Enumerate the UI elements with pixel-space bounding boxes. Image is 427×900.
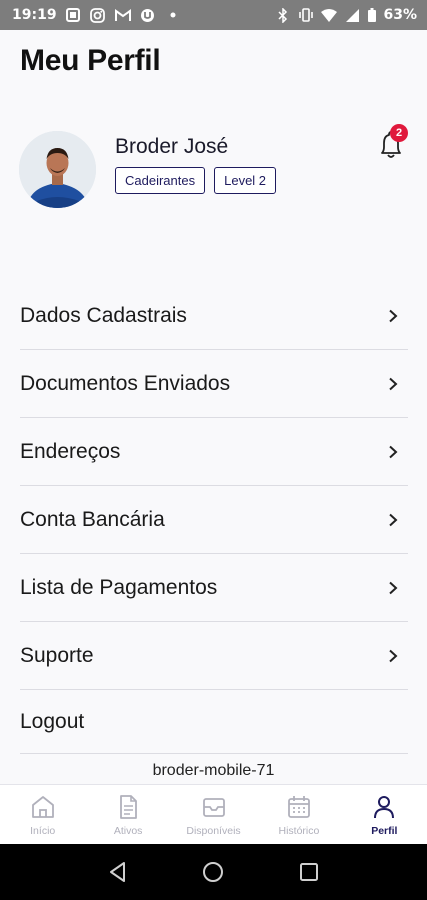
tab-disponiveis[interactable]: Disponíveis	[171, 785, 256, 844]
menu-item-label: Lista de Pagamentos	[20, 575, 218, 599]
recents-icon[interactable]	[296, 859, 322, 885]
inbox-icon	[202, 798, 225, 817]
tab-label: Disponíveis	[186, 825, 241, 837]
menu-item-label: Suporte	[20, 643, 94, 667]
bluetooth-icon	[275, 7, 291, 23]
tab-ativos[interactable]: Ativos	[85, 785, 170, 844]
badge-category: Cadeirantes	[115, 167, 206, 194]
app-version: broder-mobile-71	[152, 762, 275, 779]
chevron-right-icon	[389, 309, 398, 322]
calendar-icon	[288, 796, 310, 818]
menu-item-label: Endereços	[20, 439, 121, 463]
menu-item-dados-cadastrais[interactable]: Dados Cadastrais	[20, 282, 408, 350]
dot-icon	[165, 7, 181, 23]
menu-item-label: Documentos Enviados	[20, 371, 231, 395]
vibrate-icon	[298, 7, 314, 23]
profile-name: Broder José	[115, 135, 229, 158]
chevron-right-icon	[389, 445, 398, 458]
menu-item-label: Dados Cadastrais	[20, 303, 187, 327]
badge-level: Level 2	[214, 167, 277, 194]
menu-item-conta-bancaria[interactable]: Conta Bancária	[20, 486, 408, 554]
notification-count-badge: 2	[390, 124, 408, 142]
profile-badges: Cadeirantes Level 2	[115, 167, 277, 194]
logout-button[interactable]: Logout	[20, 690, 408, 754]
status-time: 19:19	[12, 7, 57, 23]
gmail-icon	[114, 7, 131, 23]
user-icon	[374, 796, 395, 819]
chevron-right-icon	[389, 581, 398, 594]
bottom-tab-bar: Início Ativos Disponíveis Histórico Perf…	[0, 784, 427, 844]
instagram-icon	[90, 7, 106, 23]
document-icon	[120, 795, 138, 819]
tab-label: Histórico	[278, 825, 320, 837]
menu-item-lista-de-pagamentos[interactable]: Lista de Pagamentos	[20, 554, 408, 622]
notification-icon	[65, 7, 81, 23]
battery-percentage: 63%	[383, 7, 417, 23]
menu-item-documentos-enviados[interactable]: Documentos Enviados	[20, 350, 408, 418]
app-icon	[140, 7, 156, 23]
page-title: Meu Perfil	[20, 44, 161, 77]
menu-item-label: Conta Bancária	[20, 507, 165, 531]
tab-label: Ativos	[113, 825, 143, 837]
back-icon[interactable]	[105, 859, 131, 885]
tab-inicio[interactable]: Início	[0, 785, 85, 844]
tab-perfil[interactable]: Perfil	[342, 785, 427, 844]
battery-icon	[367, 7, 376, 23]
tab-label: Início	[30, 825, 56, 837]
chevron-right-icon	[389, 649, 398, 662]
avatar[interactable]	[19, 131, 96, 208]
logout-label: Logout	[20, 709, 85, 733]
home-nav-icon[interactable]	[200, 859, 226, 885]
profile-menu: Dados Cadastrais Documentos Enviados End…	[20, 282, 408, 754]
status-bar: 19:19 63%	[0, 0, 427, 30]
wifi-icon	[321, 7, 338, 23]
system-nav-bar	[0, 844, 427, 900]
signal-icon	[344, 7, 360, 23]
tab-historico[interactable]: Histórico	[256, 785, 341, 844]
menu-item-enderecos[interactable]: Endereços	[20, 418, 408, 486]
menu-item-suporte[interactable]: Suporte	[20, 622, 408, 690]
tab-label: Perfil	[371, 825, 398, 837]
chevron-right-icon	[389, 377, 398, 390]
chevron-right-icon	[389, 513, 398, 526]
home-icon	[31, 796, 54, 818]
